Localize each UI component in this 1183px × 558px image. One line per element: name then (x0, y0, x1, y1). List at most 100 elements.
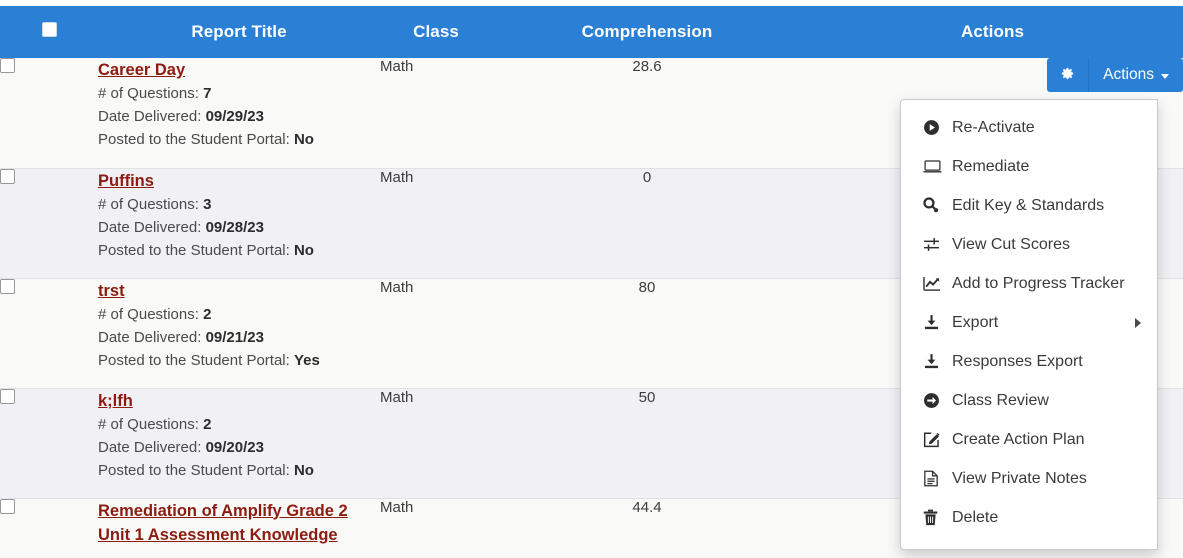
posted-label: Posted to the Student Portal: (98, 241, 290, 259)
header-class[interactable]: Class (380, 6, 492, 58)
posted-label: Posted to the Student Portal: (98, 131, 290, 148)
row-select-cell (0, 277, 98, 388)
header-actions: Actions (960, 22, 1025, 41)
table-header: Report Title Class Comprehension Actions (0, 6, 1183, 58)
report-title-link-line2[interactable]: Unit 1 Assessment Knowledge (98, 523, 338, 547)
row-title-cell: trst # of Questions: 2 Date Delivered: 0… (98, 277, 380, 388)
gear-button[interactable] (1047, 58, 1090, 92)
header-report-title[interactable]: Report Title (98, 6, 380, 58)
menu-item-view-cut-scores[interactable]: View Cut Scores (901, 225, 1157, 264)
menu-item-label: Re-Activate (952, 118, 1035, 136)
date-delivered-line: Date Delivered: 09/29/23 (98, 105, 380, 128)
questions-line: # of Questions: 3 (98, 193, 380, 216)
row-class-cell: Math (380, 277, 492, 388)
gear-icon (1060, 66, 1075, 85)
questions-line: # of Questions: 2 (98, 303, 380, 326)
menu-item-re-activate[interactable]: Re-Activate (901, 108, 1157, 147)
questions-label: # of Questions: (98, 85, 199, 102)
row-comprehension-cell: 0 (492, 167, 802, 278)
menu-item-add-to-progress-tracker[interactable]: Add to Progress Tracker (901, 264, 1157, 303)
row-class-cell: Math (380, 497, 492, 558)
menu-item-label: Delete (952, 508, 999, 526)
date-delivered-line: Date Delivered: 09/21/23 (98, 326, 380, 349)
date-delivered-line: Date Delivered: 09/20/23 (98, 436, 380, 459)
reports-table-page: Report Title Class Comprehension Actions… (0, 0, 1183, 558)
questions-value: 2 (203, 415, 212, 433)
posted-line: Posted to the Student Portal: No (98, 459, 380, 482)
menu-item-delete[interactable]: Delete (901, 498, 1157, 537)
arrow-circle-right-icon (923, 392, 945, 409)
trash-icon (923, 509, 945, 526)
menu-item-export[interactable]: Export (901, 303, 1157, 342)
menu-item-label: Class Review (952, 391, 1049, 409)
report-title-link[interactable]: Puffins (98, 169, 154, 193)
menu-item-create-action-plan[interactable]: Create Action Plan (901, 420, 1157, 459)
posted-value: No (293, 241, 314, 259)
questions-label: # of Questions: (98, 195, 199, 213)
questions-line: # of Questions: 7 (98, 82, 380, 105)
header-comprehension[interactable]: Comprehension (492, 6, 802, 58)
select-all-checkbox[interactable] (41, 22, 57, 37)
row-comprehension-cell: 44.4 (492, 497, 802, 558)
posted-line: Posted to the Student Portal: No (98, 128, 380, 151)
menu-item-label: View Cut Scores (952, 235, 1070, 253)
download-icon (923, 314, 945, 331)
actions-dropdown-button[interactable]: Actions (1089, 58, 1183, 92)
submenu-arrow-icon (1135, 317, 1141, 328)
row-checkbox[interactable] (0, 58, 15, 73)
table-header-row: Report Title Class Comprehension Actions (0, 6, 1183, 58)
posted-line: Posted to the Student Portal: Yes (98, 349, 380, 372)
menu-item-label: Add to Progress Tracker (952, 274, 1125, 292)
row-class-cell: Math (380, 387, 492, 498)
header-select-all-cell (0, 6, 98, 58)
row-title-cell: k;lfh # of Questions: 2 Date Delivered: … (98, 387, 380, 498)
report-title-link[interactable]: trst (98, 279, 125, 303)
posted-line: Posted to the Student Portal: No (98, 239, 380, 262)
date-delivered-label: Date Delivered: (98, 328, 202, 346)
posted-label: Posted to the Student Portal: (98, 461, 290, 479)
menu-item-label: Responses Export (952, 352, 1083, 370)
menu-item-label: Edit Key & Standards (952, 196, 1105, 214)
questions-label: # of Questions: (98, 305, 199, 323)
date-delivered-value: 09/29/23 (205, 108, 264, 125)
menu-item-label: View Private Notes (952, 469, 1087, 487)
menu-item-class-review[interactable]: Class Review (901, 381, 1157, 420)
row-select-cell (0, 58, 98, 168)
sliders-icon (923, 236, 945, 253)
row-checkbox[interactable] (0, 278, 15, 294)
row-checkbox[interactable] (0, 498, 15, 514)
menu-item-edit-key-standards[interactable]: Edit Key & Standards (901, 186, 1157, 225)
report-title-link[interactable]: Remediation of Amplify Grade 2 (98, 499, 348, 523)
row-title-cell: Remediation of Amplify Grade 2 Unit 1 As… (98, 497, 380, 558)
row-comprehension-cell: 28.6 (632, 58, 662, 75)
row-select-cell (0, 167, 98, 278)
posted-value: Yes (293, 351, 320, 369)
date-delivered-label: Date Delivered: (98, 108, 202, 125)
row-class-cell: Math (380, 58, 414, 75)
monitor-icon (923, 158, 945, 175)
row-checkbox[interactable] (0, 168, 15, 184)
row-checkbox[interactable] (0, 388, 15, 404)
menu-item-label: Remediate (952, 157, 1030, 175)
posted-value: No (293, 461, 314, 479)
chart-line-icon (923, 275, 945, 292)
actions-button-group: Actions (1047, 58, 1183, 92)
date-delivered-label: Date Delivered: (98, 218, 202, 236)
date-delivered-line: Date Delivered: 09/28/23 (98, 216, 380, 239)
key-icon (923, 197, 945, 214)
row-select-cell (0, 497, 98, 558)
row-title-cell: Career Day # of Questions: 7 Date Delive… (98, 58, 380, 168)
menu-item-responses-export[interactable]: Responses Export (901, 342, 1157, 381)
menu-item-remediate[interactable]: Remediate (901, 147, 1157, 186)
row-title-cell: Puffins # of Questions: 3 Date Delivered… (98, 167, 380, 278)
menu-item-label: Create Action Plan (952, 430, 1085, 448)
report-title-link[interactable]: k;lfh (98, 389, 133, 413)
actions-dropdown-menu: Re-Activate Remediate Edit Key & Standar… (900, 99, 1158, 550)
posted-label: Posted to the Student Portal: (98, 351, 290, 369)
menu-item-view-private-notes[interactable]: View Private Notes (901, 459, 1157, 498)
row-comprehension-cell: 80 (492, 277, 802, 388)
questions-value: 2 (203, 305, 212, 323)
date-delivered-value: 09/28/23 (205, 218, 264, 236)
caret-down-icon (1161, 73, 1169, 79)
report-title-link[interactable]: Career Day (98, 58, 185, 82)
